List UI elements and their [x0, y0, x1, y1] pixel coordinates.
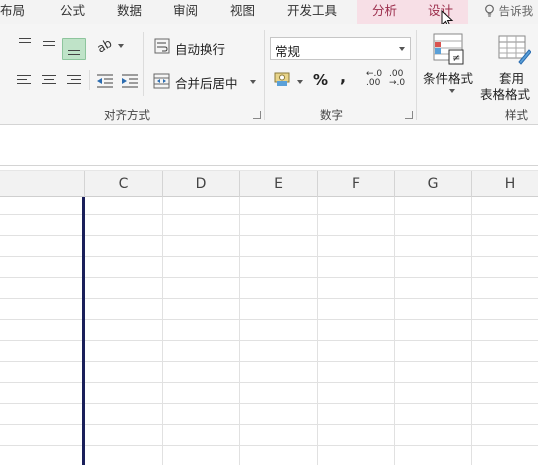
merge-center-button[interactable]: 合并后居中 — [175, 73, 238, 92]
merge-center-dropdown[interactable] — [250, 80, 256, 84]
decrease-decimal-button[interactable]: .00 →.0 — [389, 70, 405, 88]
accounting-format-button[interactable] — [273, 70, 295, 88]
middle-align-button[interactable] — [40, 34, 60, 54]
format-as-table-label-2[interactable]: 表格格式 — [480, 84, 530, 103]
accounting-format-dropdown[interactable] — [297, 80, 303, 84]
styles-group-label: 样式 — [505, 108, 528, 122]
svg-text:ab: ab — [96, 36, 114, 54]
number-dialog-launcher[interactable] — [405, 111, 413, 119]
tab-developer[interactable]: 开发工具 — [287, 0, 337, 24]
column-header-e[interactable]: E — [240, 171, 317, 198]
tab-analyze[interactable]: 分析 — [372, 0, 397, 24]
column-header-c[interactable]: C — [85, 171, 162, 198]
ribbon: ab 自动换行 合并后居中 对齐方式 常规 % , ←.0 .00 .00 →.… — [0, 24, 538, 125]
decrease-indent-button[interactable] — [96, 73, 114, 89]
tab-view[interactable]: 视图 — [230, 0, 255, 24]
column-header-h[interactable]: H — [472, 171, 538, 198]
lightbulb-icon — [485, 4, 494, 17]
svg-text:≠: ≠ — [452, 53, 460, 64]
alignment-dialog-launcher[interactable] — [253, 111, 261, 119]
tell-me-search[interactable]: 告诉我 — [484, 0, 533, 24]
text-orientation-icon: ab — [94, 36, 124, 56]
tab-layout[interactable]: 布局 — [0, 0, 25, 24]
align-center-button[interactable] — [42, 74, 58, 88]
top-align-button[interactable] — [16, 34, 36, 54]
orientation-button[interactable]: ab — [94, 36, 126, 56]
column-header-bar: C D E F G H — [0, 170, 538, 198]
increase-indent-icon — [122, 74, 138, 88]
formula-bar[interactable] — [0, 126, 538, 166]
conditional-formatting-button[interactable]: 条件格式 — [423, 68, 473, 87]
freeze-pane-divider[interactable] — [82, 197, 85, 465]
conditional-formatting-dropdown[interactable] — [449, 89, 455, 93]
comma-style-button[interactable]: , — [340, 67, 346, 86]
percent-style-button[interactable]: % — [313, 71, 328, 89]
tab-review[interactable]: 审阅 — [173, 0, 198, 24]
chevron-down-icon — [399, 47, 405, 51]
conditional-formatting-icon: ≠ — [432, 32, 466, 66]
tab-formulas[interactable]: 公式 — [60, 0, 85, 24]
decrease-indent-icon — [97, 74, 113, 88]
wrap-text-button[interactable]: 自动换行 — [175, 39, 225, 58]
number-group-label: 数字 — [320, 108, 343, 122]
align-left-button[interactable] — [17, 74, 33, 88]
alignment-group-label: 对齐方式 — [104, 108, 150, 122]
worksheet-grid[interactable] — [0, 197, 538, 465]
increase-decimal-button[interactable]: ←.0 .00 — [366, 70, 382, 88]
currency-icon — [274, 72, 290, 86]
tell-me-label: 告诉我 — [498, 4, 534, 18]
number-format-select[interactable]: 常规 — [270, 37, 411, 60]
number-format-value: 常规 — [275, 44, 301, 59]
column-header-f[interactable]: F — [318, 171, 394, 198]
ribbon-tab-bar: 布局 公式 数据 审阅 视图 开发工具 分析 设计 告诉我 — [0, 0, 538, 28]
tab-data[interactable]: 数据 — [117, 0, 142, 24]
column-header-d[interactable]: D — [163, 171, 239, 198]
column-header-g[interactable]: G — [395, 171, 471, 198]
increase-indent-button[interactable] — [121, 73, 139, 89]
wrap-text-icon — [154, 38, 170, 54]
merge-center-icon — [153, 73, 170, 89]
format-as-table-icon — [497, 32, 532, 66]
align-right-button[interactable] — [67, 74, 83, 88]
bottom-align-button[interactable] — [62, 38, 86, 60]
